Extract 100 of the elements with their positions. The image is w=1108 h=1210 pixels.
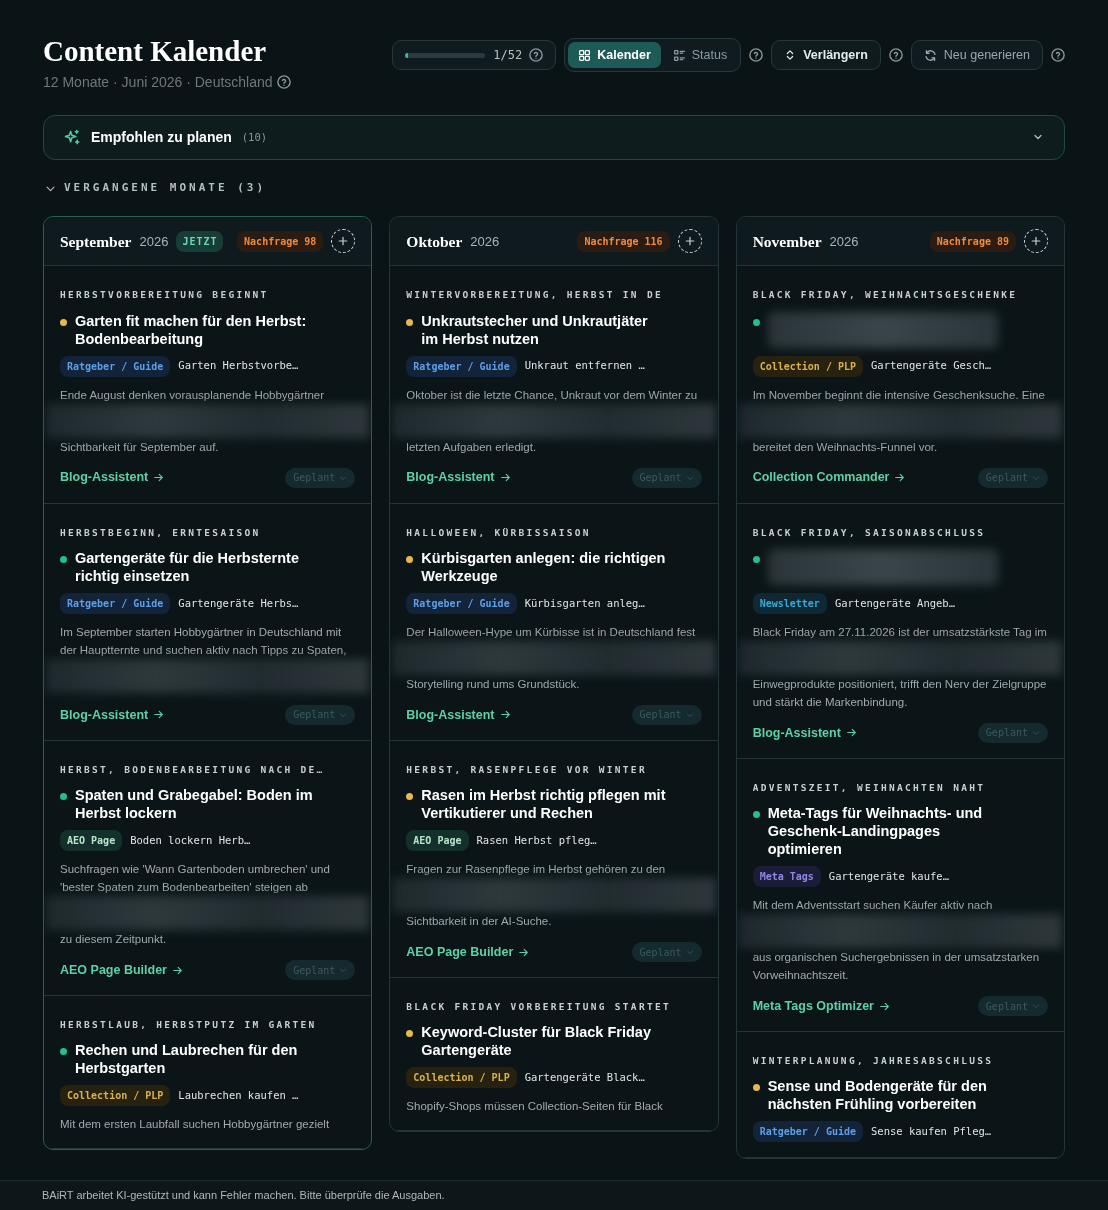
topic-label: HERBSTVORBEREITUNG BEGINNT (60, 288, 270, 303)
arrow-right-icon (879, 1000, 890, 1012)
keyword-text: Gartengeräte kaufe… (828, 868, 949, 884)
demand-badge: Nachfrage 98 (237, 230, 324, 252)
help-icon[interactable] (749, 48, 764, 62)
tool-link[interactable]: AEO Page Builder (60, 960, 183, 980)
card-title: Unkrautstecher und Unkrautjäter im Herbst nutzen (421, 311, 649, 348)
keyword-text: Unkraut entfernen … (524, 358, 645, 374)
card-description: aus organischen Suchergebnissen in der umsatzstarken Vorweihnachtszeit. (752, 950, 1041, 984)
tool-link[interactable]: Blog-Assistent (60, 705, 165, 725)
arrow-right-icon (153, 472, 165, 484)
type-tag: Collection / PLP (752, 355, 863, 377)
month-year: 2026 (139, 232, 169, 251)
card-description: Fragen zur Rasenpflege im Herbst gehören zu den (406, 862, 667, 878)
type-tag: Collection / PLP (60, 1085, 171, 1107)
recommended-label: Empfohlen zu planen (91, 127, 232, 147)
view-tab[interactable]: Kalender (568, 42, 661, 68)
arrow-right-icon (845, 727, 857, 739)
card-description: bereitet den Weihnachts-Funnel vor. (752, 439, 939, 455)
topic-label: HERBSTLAUB, HERBSTPUTZ IM GARTEN (60, 1018, 318, 1033)
recommended-count: (10) (241, 129, 268, 145)
page-title: Content Kalender (43, 36, 268, 68)
type-tag: Meta Tags (752, 866, 821, 888)
keyword-text: Sense kaufen Pfleg… (871, 1124, 992, 1139)
card-description: letzten Aufgaben erledigt. (406, 439, 538, 455)
type-tag: Ratgeber / Guide (60, 592, 171, 614)
regenerate-button[interactable]: Neu generieren (910, 40, 1043, 70)
keyword-text: Gartengeräte Angeb… (834, 595, 955, 611)
card-description: Oktober ist die letzte Chance, Unkraut vor dem Winter zu (406, 387, 699, 403)
now-badge: JETZT (176, 230, 224, 252)
keyword-text: Rasen Herbst pfleg… (476, 832, 597, 848)
keyword-text: Boden lockern Herb… (130, 832, 251, 848)
card-description: Der Halloween-Hype um Kürbisse ist in Deutschland fest (406, 624, 697, 640)
demand-badge: Nachfrage 89 (929, 230, 1016, 252)
card-description: Storytelling rund ums Grundstück. (406, 676, 581, 692)
card-title: Keyword-Cluster für Black Friday Gartengeräte (421, 1023, 652, 1060)
card-description: Black Friday am 27.11.2026 ist der umsatzstärkste Tag im (752, 624, 1048, 640)
card-title: Kürbisgarten anlegen: die richtigen Werkzeuge (421, 548, 667, 585)
card-title: Rechen und Laubrechen für den Herbstgarten (75, 1041, 299, 1078)
refresh-icon (923, 48, 937, 62)
keyword-text: Gartengeräte Herbs… (178, 595, 299, 611)
type-tag: Ratgeber / Guide (406, 355, 517, 377)
tool-link[interactable]: Blog-Assistent (406, 468, 511, 487)
tool-link[interactable]: Blog-Assistent (406, 705, 511, 725)
arrow-right-icon (153, 709, 165, 721)
topic-label: BLACK FRIDAY, SAISONABSCHLUSS (752, 525, 987, 540)
view-tab[interactable]: Status (662, 42, 738, 68)
keyword-text: Kürbisgarten anleg… (524, 595, 645, 611)
type-tag: AEO Page (60, 830, 123, 852)
recommended-bar[interactable]: Empfohlen zu planen (10) (43, 114, 1065, 160)
type-tag: Collection / PLP (406, 1067, 517, 1089)
card-description: Mit dem Adventsstart suchen Käufer aktiv nach (752, 898, 994, 914)
help-icon[interactable] (888, 48, 903, 62)
card-description: Im September starten Hobbygärtner in Deutschland mit der Hauptternte und suchen aktiv nach Tipps zu Spaten, (60, 624, 348, 658)
grid-icon (578, 48, 592, 62)
help-icon[interactable] (276, 75, 291, 90)
card-description: Ende August denken vorausplanende Hobbygärtner (60, 387, 326, 403)
footer-note: BAiRT arbeitet KI-gestützt und kann Fehler machen. Bitte überprüfe die Ausgaben. (42, 1188, 445, 1204)
tool-link[interactable]: Blog-Assistent (752, 723, 857, 743)
topic-label: WINTERVORBEREITUNG, HERBST IN DE (406, 288, 664, 303)
help-icon[interactable] (529, 48, 544, 62)
arrow-right-icon (499, 472, 511, 484)
month-year: 2026 (829, 232, 859, 251)
card-description: Einwegprodukte positioniert, trifft den Nerv der Zielgruppe und stärkt die Markenbindung. (752, 676, 1048, 710)
tool-link[interactable]: Collection Commander (752, 468, 906, 487)
month-name: September (60, 231, 132, 252)
topic-label: BLACK FRIDAY VORBEREITUNG STARTET (406, 1000, 672, 1015)
plus-icon (683, 235, 696, 248)
keyword-text: Laubrechen kaufen … (178, 1088, 299, 1103)
topic-label: HERBSTBEGINN, ERNTESAISON (60, 525, 262, 540)
card-description: zu diesem Zeitpunkt. (60, 932, 168, 948)
card-title: Meta-Tags für Weihnachts- und Geschenk-Landingpages optimieren (767, 804, 984, 859)
card-description: Mit dem ersten Laubfall suchen Hobbygärtner gezielt (60, 1117, 331, 1133)
type-tag: Ratgeber / Guide (752, 1121, 863, 1143)
type-tag: AEO Page (406, 830, 469, 852)
keyword-text: Garten Herbstvorbe… (178, 358, 299, 374)
progress-reading: 1/52 (493, 47, 523, 64)
sparkle-icon (64, 128, 81, 146)
month-name: Oktober (406, 231, 463, 252)
type-tag: Newsletter (752, 592, 827, 614)
keyword-text: Gartengeräte Gesch… (871, 358, 992, 374)
card-title: Rasen im Herbst richtig pflegen mit Vertikutierer und Rechen (421, 786, 667, 823)
help-icon[interactable] (1051, 48, 1065, 62)
type-tag: Ratgeber / Guide (406, 592, 517, 614)
demand-badge: Nachfrage 116 (577, 230, 670, 252)
topic-label: WINTERPLANUNG, JAHRESABSCHLUSS (752, 1054, 995, 1069)
topic-label: HALLOWEEN, KÜRBISSAISON (406, 525, 592, 540)
tool-link[interactable]: AEO Page Builder (406, 942, 530, 962)
extend-button[interactable]: Verlängern (771, 40, 881, 70)
topic-label: ADVENTSZEIT, WEIHNACHTEN NAHT (752, 780, 987, 795)
topic-label: HERBST, BODENBEARBEITUNG NACH DE… (60, 762, 326, 777)
card-title: Sense und Bodengeräte für den nächsten Frühling vorbereiten (767, 1077, 988, 1114)
arrow-right-icon (499, 709, 511, 721)
past-months-toggle[interactable]: VERGANGENE MONATE (3) (45, 179, 1065, 197)
card-description: Sichtbarkeit für September auf. (60, 439, 220, 455)
tool-link[interactable]: Meta Tags Optimizer (752, 996, 890, 1016)
tool-link[interactable]: Blog-Assistent (60, 468, 165, 487)
plus-icon (1030, 235, 1042, 248)
topic-label: HERBST, RASENPFLEGE VOR WINTER (406, 762, 648, 777)
arrow-right-icon (172, 964, 183, 976)
